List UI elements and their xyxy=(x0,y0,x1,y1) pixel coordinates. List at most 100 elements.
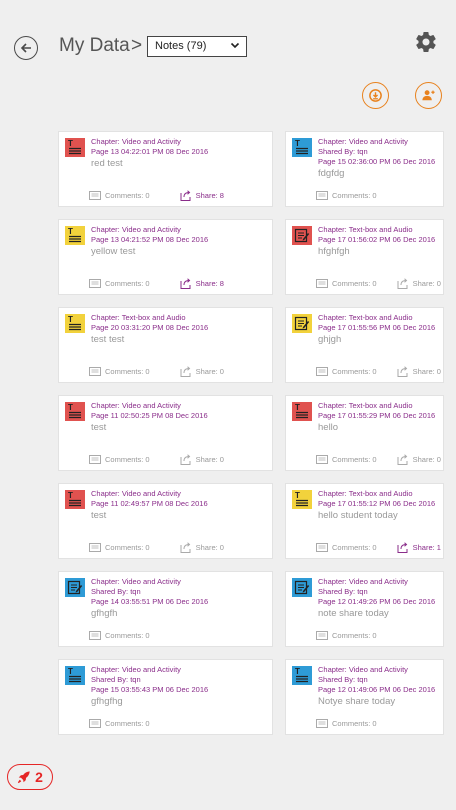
comments-button[interactable]: Comments: 0 xyxy=(316,278,377,288)
note-card[interactable]: T Chapter: Text-box and Audio Page 17 01:5… xyxy=(285,483,444,559)
text-note-icon: T xyxy=(65,402,85,421)
note-chapter: Chapter: Video and Activity xyxy=(91,489,181,498)
back-button[interactable] xyxy=(14,36,38,60)
note-chapter: Chapter: Video and Activity xyxy=(318,137,408,146)
note-footer: Comments: 0 xyxy=(89,717,150,729)
note-card[interactable]: Chapter: Video and Activity Shared By: tq… xyxy=(285,571,444,647)
comments-button[interactable]: Comments: 0 xyxy=(89,630,150,640)
svg-text:T: T xyxy=(68,139,73,148)
comments-count: Comments: 0 xyxy=(105,366,150,376)
note-info: Page 17 01:56:02 PM 06 Dec 2016 xyxy=(318,235,436,244)
comments-count: Comments: 0 xyxy=(105,454,150,464)
note-chapter: Chapter: Text-box and Audio xyxy=(318,401,413,410)
svg-text:T: T xyxy=(68,315,73,324)
share-button[interactable]: Share: 0 xyxy=(180,453,224,465)
comments-button[interactable]: Comments: 0 xyxy=(316,366,377,376)
note-page-info: Page 15 03:55:43 PM 06 Dec 2016 xyxy=(91,685,209,694)
comments-button[interactable]: Comments: 0 xyxy=(89,278,150,288)
share-button[interactable]: Share: 8 xyxy=(180,189,224,201)
header: My Data > Notes (79) xyxy=(0,0,456,120)
note-card[interactable]: T Chapter: Video and Activity Page 11 02:5… xyxy=(58,395,273,471)
comments-button[interactable]: Comments: 0 xyxy=(89,454,150,464)
svg-text:T: T xyxy=(68,227,73,236)
note-chapter: Chapter: Text-box and Audio xyxy=(91,313,186,322)
share-button[interactable]: Share: 8 xyxy=(180,277,224,289)
comment-icon xyxy=(316,630,332,640)
text-note-icon: T xyxy=(292,402,312,421)
share-button[interactable]: Share: 0 xyxy=(180,365,224,377)
svg-text:T: T xyxy=(68,491,73,500)
note-text: gfhgfhg xyxy=(91,696,123,707)
note-card[interactable]: Chapter: Video and Activity Shared By: tq… xyxy=(58,571,273,647)
edit-note-icon xyxy=(292,314,312,333)
text-note-icon: T xyxy=(292,490,312,509)
share-button[interactable]: Share: 1 xyxy=(397,541,441,553)
comments-button[interactable]: Comments: 0 xyxy=(316,454,377,464)
text-note-icon: T xyxy=(292,666,312,685)
note-card[interactable]: T Chapter: Video and Activity Page 13 04:2… xyxy=(58,131,273,207)
share-icon xyxy=(397,365,413,377)
note-text: test test xyxy=(91,334,125,345)
note-footer: Comments: 0 xyxy=(316,629,377,641)
note-meta: Chapter: Text-box and Audio Page 17 01:55… xyxy=(318,313,435,333)
note-card[interactable]: T Chapter: Text-box and Audio Page 17 01:5… xyxy=(285,395,444,471)
text-note-icon: T xyxy=(65,666,85,685)
share-button[interactable]: Share: 0 xyxy=(397,277,441,289)
svg-text:T: T xyxy=(295,139,300,148)
shared-users-button[interactable] xyxy=(415,82,442,109)
note-card[interactable]: T Chapter: Video and Activity Shared By: t… xyxy=(285,659,444,735)
gear-icon[interactable] xyxy=(414,30,438,54)
note-card[interactable]: T Chapter: Video and Activity Shared By: t… xyxy=(285,131,444,207)
note-meta: Chapter: Video and Activity Shared By: tq… xyxy=(91,665,208,695)
notification-button[interactable]: 2 xyxy=(7,764,53,790)
note-meta: Chapter: Video and Activity Page 13 04:21… xyxy=(91,225,208,245)
note-card[interactable]: Chapter: Text-box and Audio Page 17 01:55… xyxy=(285,307,444,383)
backup-button[interactable] xyxy=(362,82,389,109)
arrow-left-icon xyxy=(20,43,31,53)
notes-filter-value: Notes (79) xyxy=(155,40,207,52)
note-info: Shared By: tqn xyxy=(318,675,368,684)
share-icon xyxy=(397,541,413,553)
note-footer: Comments: 0 Share: 8 xyxy=(89,277,224,289)
note-chapter: Chapter: Text-box and Audio xyxy=(318,225,413,234)
share-count: Share: 8 xyxy=(195,190,224,200)
comments-button[interactable]: Comments: 0 xyxy=(316,630,377,640)
note-text: hfghfgh xyxy=(318,246,350,257)
note-info: Page 13 04:22:01 PM 08 Dec 2016 xyxy=(91,147,209,156)
comments-button[interactable]: Comments: 0 xyxy=(89,718,150,728)
share-button[interactable]: Share: 0 xyxy=(397,365,441,377)
svg-text:T: T xyxy=(68,667,73,676)
note-chapter: Chapter: Text-box and Audio xyxy=(318,313,413,322)
note-footer: Comments: 0 Share: 0 xyxy=(89,541,224,553)
share-button[interactable]: Share: 0 xyxy=(180,541,224,553)
note-text: yellow test xyxy=(91,246,136,257)
note-meta: Chapter: Text-box and Audio Page 20 03:31… xyxy=(91,313,208,333)
note-footer: Comments: 0 xyxy=(316,717,377,729)
text-note-icon: T xyxy=(65,490,85,509)
note-page-info: Page 15 02:36:00 PM 06 Dec 2016 xyxy=(318,157,436,166)
comments-button[interactable]: Comments: 0 xyxy=(316,718,377,728)
comments-button[interactable]: Comments: 0 xyxy=(316,542,377,552)
comments-button[interactable]: Comments: 0 xyxy=(89,366,150,376)
notes-filter-dropdown[interactable]: Notes (79) xyxy=(147,36,247,57)
share-count: Share: 8 xyxy=(195,278,224,288)
note-meta: Chapter: Video and Activity Shared By: tq… xyxy=(318,577,435,607)
share-button[interactable]: Share: 0 xyxy=(397,453,441,465)
comments-button[interactable]: Comments: 0 xyxy=(89,542,150,552)
note-card[interactable]: T Chapter: Video and Activity Shared By: t… xyxy=(58,659,273,735)
comments-button[interactable]: Comments: 0 xyxy=(89,190,150,200)
comment-icon xyxy=(89,630,105,640)
note-card[interactable]: T Chapter: Video and Activity Page 11 02:4… xyxy=(58,483,273,559)
note-card[interactable]: T Chapter: Text-box and Audio Page 20 03:3… xyxy=(58,307,273,383)
comments-count: Comments: 0 xyxy=(332,278,377,288)
note-card[interactable]: Chapter: Text-box and Audio Page 17 01:56… xyxy=(285,219,444,295)
comments-button[interactable]: Comments: 0 xyxy=(316,190,377,200)
note-text: hello xyxy=(318,422,339,433)
note-info: Page 17 01:55:56 PM 06 Dec 2016 xyxy=(318,323,436,332)
note-info: Shared By: tqn xyxy=(318,587,368,596)
notification-count: 2 xyxy=(35,769,43,785)
note-card[interactable]: T Chapter: Video and Activity Page 13 04:2… xyxy=(58,219,273,295)
note-footer: Comments: 0 Share: 0 xyxy=(316,365,441,377)
notes-grid: T Chapter: Video and Activity Page 13 04:2… xyxy=(58,131,444,735)
share-count: Share: 0 xyxy=(412,366,441,376)
